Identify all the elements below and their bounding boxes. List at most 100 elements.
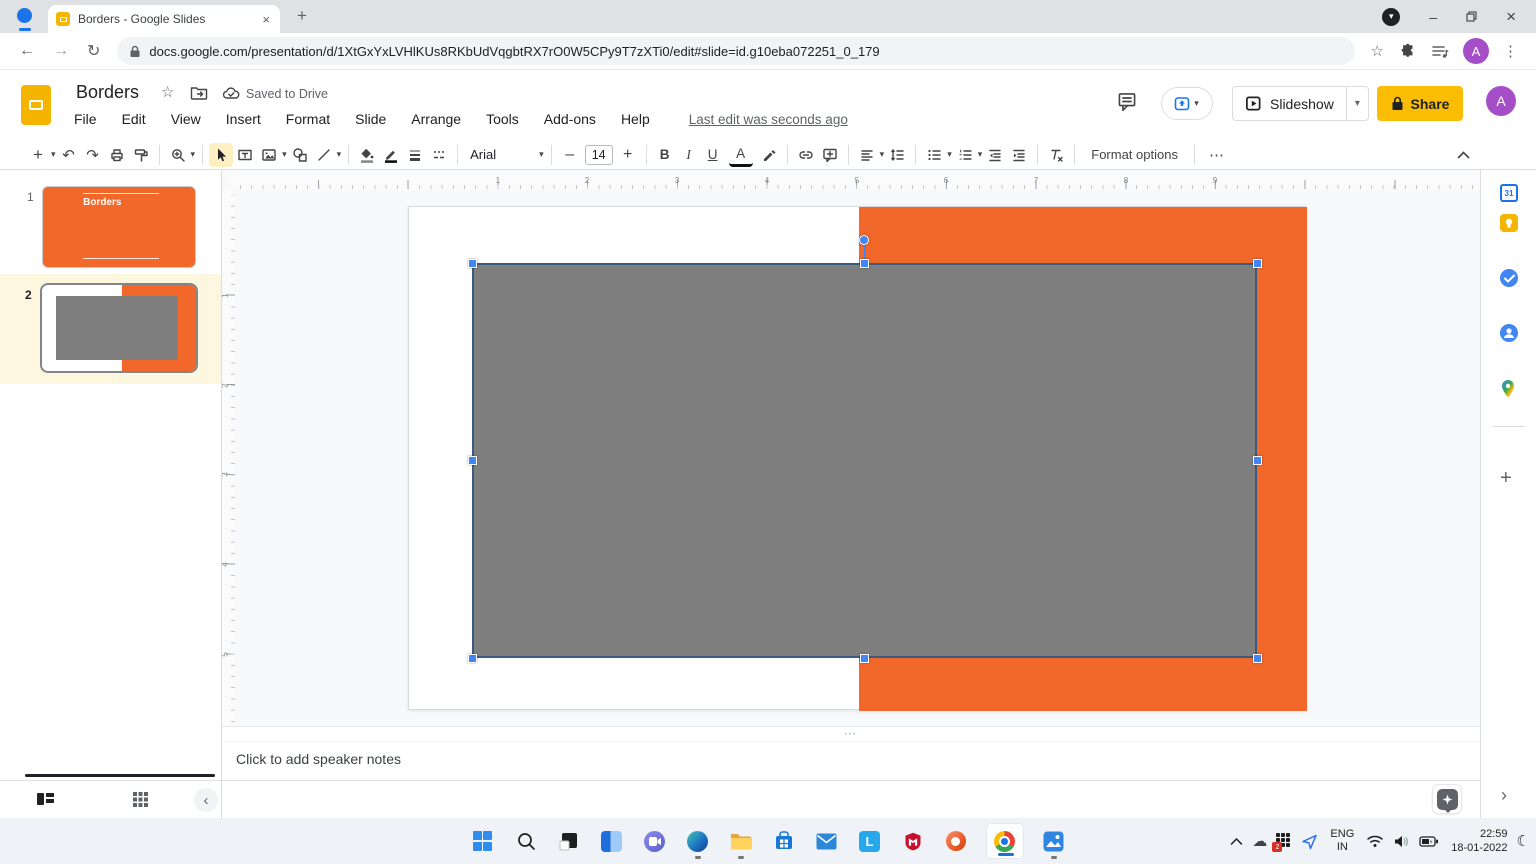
font-size-input[interactable]: 14 (584, 144, 613, 165)
slideshow-caret-icon[interactable]: ▾ (1345, 87, 1368, 120)
collapse-filmstrip-icon[interactable]: ‹ (194, 788, 218, 812)
menu-arrange[interactable]: Arrange (411, 111, 461, 127)
slide-canvas[interactable]: 1 2 3 4 5 6 7 8 9 1 2 3 4 5 (222, 170, 1480, 726)
rotation-handle[interactable] (859, 235, 869, 245)
increase-indent-icon[interactable] (1007, 143, 1031, 167)
expand-panel-icon[interactable]: › (1501, 785, 1507, 806)
tab-close-icon[interactable]: × (260, 12, 272, 27)
decrease-indent-icon[interactable] (983, 143, 1007, 167)
notification-grid-icon[interactable]: 2 (1272, 833, 1292, 852)
grid-view-icon[interactable] (132, 791, 149, 808)
battery-icon[interactable] (1419, 835, 1439, 848)
menu-file[interactable]: File (74, 111, 97, 127)
chat-icon[interactable] (642, 828, 668, 854)
new-tab-button[interactable]: + (297, 6, 307, 26)
insert-link-icon[interactable] (794, 143, 818, 167)
menu-tools[interactable]: Tools (486, 111, 519, 127)
resize-handle-e[interactable] (1252, 456, 1262, 465)
bookmark-star-icon[interactable]: ☆ (1363, 42, 1392, 60)
extensions-icon[interactable] (1392, 43, 1424, 59)
filmstrip-scrollbar[interactable] (25, 774, 215, 777)
zoom-icon[interactable] (166, 143, 190, 167)
more-icon[interactable]: ⋯ (1201, 146, 1233, 164)
menu-slide[interactable]: Slide (355, 111, 386, 127)
calendar-icon[interactable]: 31 (1500, 184, 1518, 202)
resize-handle-ne[interactable] (1252, 258, 1262, 268)
border-weight-icon[interactable] (403, 143, 427, 167)
fill-color-icon[interactable] (355, 143, 379, 167)
tasks-icon[interactable] (1500, 269, 1518, 287)
account-avatar[interactable]: A (1486, 86, 1516, 116)
line-caret-icon[interactable]: ▾ (336, 149, 343, 160)
line-icon[interactable] (312, 143, 336, 167)
text-box-icon[interactable] (233, 143, 257, 167)
slide-1-thumbnail[interactable]: Borders (42, 186, 196, 268)
language-indicator[interactable]: ENG IN (1330, 828, 1354, 854)
slide-2-thumbnail[interactable] (40, 283, 198, 373)
text-color-button[interactable]: A (728, 143, 753, 167)
align-icon[interactable] (855, 143, 879, 167)
back-button[interactable]: ← (10, 42, 44, 60)
border-dash-icon[interactable] (427, 143, 451, 167)
task-view-icon[interactable] (556, 828, 582, 854)
menu-edit[interactable]: Edit (122, 111, 146, 127)
present-caret-icon[interactable]: ▾ (1193, 98, 1200, 109)
share-button[interactable]: Share (1377, 86, 1463, 121)
minimize-button[interactable]: – (1429, 10, 1437, 24)
office-icon[interactable] (943, 828, 969, 854)
filmstrip-view-icon[interactable] (36, 791, 55, 807)
image-caret-icon[interactable]: ▾ (281, 149, 288, 160)
font-family-select[interactable]: Arial (464, 147, 538, 162)
document-title[interactable]: Borders (76, 82, 139, 103)
highlight-color-icon[interactable] (757, 143, 781, 167)
line-spacing-icon[interactable] (885, 143, 909, 167)
shape-icon[interactable] (288, 143, 312, 167)
numbered-list-icon[interactable] (953, 143, 977, 167)
mcafee-icon[interactable] (900, 828, 926, 854)
speaker-notes[interactable]: Click to add speaker notes (222, 741, 1480, 780)
slides-logo-icon[interactable] (21, 85, 51, 125)
taskbar-search-icon[interactable] (513, 828, 539, 854)
insert-image-icon[interactable] (257, 143, 281, 167)
format-options-button[interactable]: Format options (1081, 147, 1188, 162)
media-controls-icon[interactable]: ▾ (1382, 7, 1401, 26)
browser-avatar[interactable]: A (1463, 38, 1489, 64)
browser-tab[interactable]: Borders - Google Slides × (48, 5, 280, 33)
resize-handle-se[interactable] (1252, 653, 1262, 663)
present-to-meeting-button[interactable]: ▾ (1161, 87, 1213, 120)
volume-icon[interactable] (1393, 834, 1410, 849)
menu-insert[interactable]: Insert (226, 111, 261, 127)
bulleted-list-icon[interactable] (922, 143, 946, 167)
paint-format-icon[interactable] (129, 143, 153, 167)
resize-handle-nw[interactable] (467, 258, 477, 268)
bold-button[interactable]: B (653, 143, 677, 167)
select-tool-button[interactable] (209, 142, 234, 167)
hidden-icons-chevron[interactable] (1230, 837, 1243, 846)
italic-button[interactable]: I (677, 143, 701, 167)
reload-button[interactable]: ↻ (78, 41, 109, 61)
comment-history-icon[interactable] (1116, 91, 1138, 112)
increase-font-button[interactable]: + (616, 143, 640, 167)
chrome-icon[interactable] (985, 823, 1024, 859)
new-slide-button[interactable]: + (26, 143, 50, 167)
decrease-font-button[interactable]: – (558, 143, 582, 167)
selected-gray-rectangle-shape[interactable] (472, 263, 1257, 658)
mail-icon[interactable] (814, 828, 840, 854)
resize-handle-sw[interactable] (467, 653, 477, 663)
zoom-caret-icon[interactable]: ▾ (190, 149, 197, 160)
store-icon[interactable] (771, 828, 797, 854)
close-button[interactable]: × (1506, 8, 1516, 25)
border-color-icon[interactable] (379, 143, 403, 167)
underline-button[interactable]: U (701, 143, 725, 167)
file-explorer-icon[interactable] (728, 828, 754, 859)
redo-button[interactable]: ↷ (81, 143, 105, 167)
notes-resize-handle[interactable]: ⋯ (222, 726, 1480, 741)
slideshow-button[interactable]: Slideshow ▾ (1232, 86, 1369, 121)
keep-icon[interactable] (1500, 214, 1518, 232)
resize-handle-w[interactable] (467, 456, 477, 465)
location-icon[interactable] (1301, 833, 1318, 850)
contacts-icon[interactable] (1500, 324, 1518, 342)
menu-addons[interactable]: Add-ons (544, 111, 596, 127)
maps-icon[interactable] (1500, 379, 1518, 398)
new-slide-caret-icon[interactable]: ▾ (50, 149, 57, 160)
